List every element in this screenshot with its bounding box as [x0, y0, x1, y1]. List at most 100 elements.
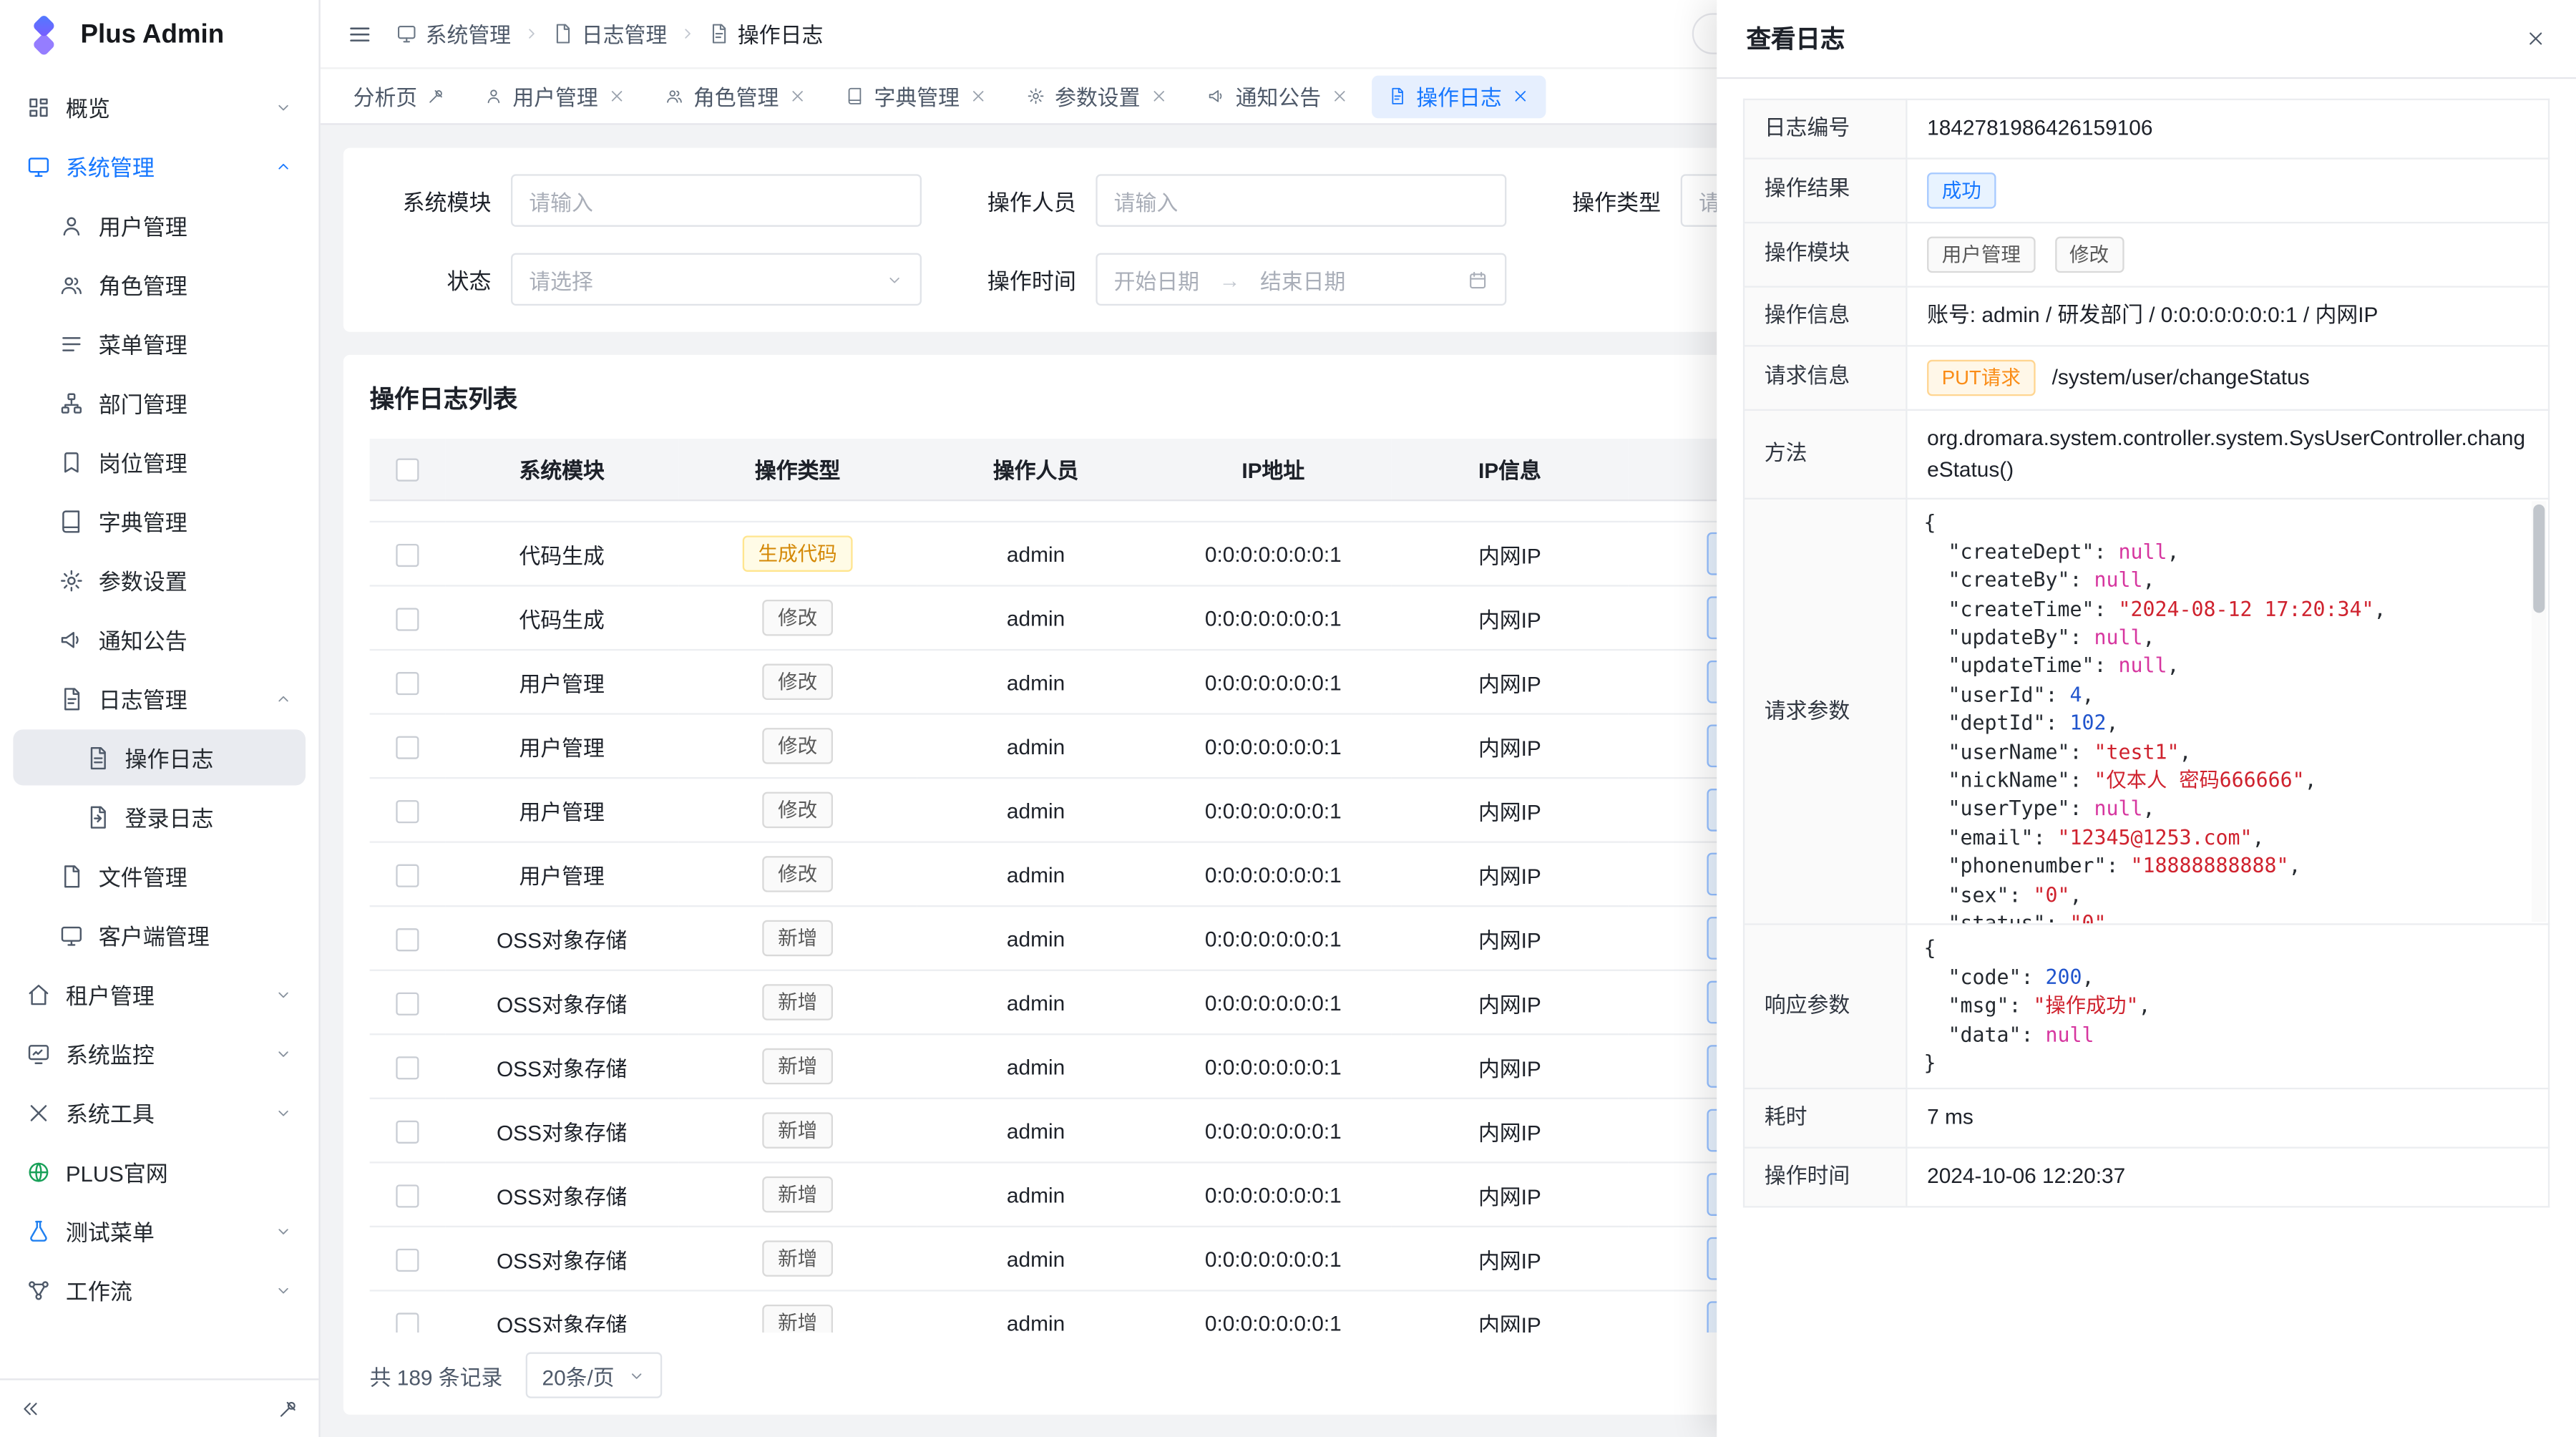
close-icon[interactable] [1511, 87, 1529, 105]
row-checkbox[interactable] [396, 1312, 419, 1333]
field-label-method: 方法 [1744, 409, 1906, 500]
close-icon[interactable] [1150, 87, 1168, 105]
row-checkbox[interactable] [396, 543, 419, 566]
type-tag: 新增 [763, 1240, 831, 1277]
row-checkbox[interactable] [396, 1184, 419, 1207]
select-all-checkbox[interactable] [396, 459, 419, 482]
filter-status: 状态 请选择 [386, 253, 922, 306]
scrollbar-thumb[interactable] [2533, 505, 2545, 614]
sidebar: Plus Admin 概览 系统管理 用户管理 角色管理 [0, 0, 321, 1437]
type-tag: 修改 [763, 664, 831, 701]
field-label-info: 操作信息 [1744, 286, 1906, 345]
login-log-icon [85, 804, 109, 829]
close-icon[interactable] [970, 87, 987, 105]
sidebar-item-operation-log[interactable]: 操作日志 [13, 729, 306, 785]
module-input[interactable]: 请输入 [511, 174, 922, 226]
sidebar-item-test-menu[interactable]: 测试菜单 [13, 1203, 306, 1259]
sidebar-item-system-tools[interactable]: 系统工具 [13, 1084, 306, 1140]
header-checkbox-cell [370, 439, 446, 500]
tab-operation-log[interactable]: 操作日志 [1372, 74, 1546, 117]
row-checkbox[interactable] [396, 1120, 419, 1143]
sidebar-item-notice[interactable]: 通知公告 [13, 611, 306, 667]
row-checkbox[interactable] [396, 1056, 419, 1079]
type-tag: 新增 [763, 1305, 831, 1333]
collapse-sidebar-icon[interactable] [20, 1398, 42, 1420]
tab-notice[interactable]: 通知公告 [1191, 74, 1365, 117]
sidebar-item-log-management[interactable]: 日志管理 [13, 671, 306, 726]
breadcrumb-item-operation-log[interactable]: 操作日志 [708, 18, 824, 49]
sidebar-item-menu-management[interactable]: 菜单管理 [13, 316, 306, 371]
row-checkbox[interactable] [396, 1248, 419, 1271]
tab-param-settings[interactable]: 参数设置 [1010, 74, 1184, 117]
close-icon[interactable] [608, 87, 626, 105]
breadcrumb-item-log[interactable]: 日志管理 [552, 18, 667, 49]
sidebar-item-dict-management[interactable]: 字典管理 [13, 493, 306, 549]
row-checkbox[interactable] [396, 928, 419, 951]
field-label-response-params: 响应参数 [1744, 925, 1906, 1089]
row-checkbox[interactable] [396, 672, 419, 695]
filter-time-label: 操作时间 [971, 263, 1076, 296]
badge-icon [59, 449, 84, 474]
sidebar-item-system-monitor[interactable]: 系统监控 [13, 1026, 306, 1081]
field-value-time: 2024-10-06 12:20:37 [1906, 1148, 2549, 1207]
close-icon[interactable] [1331, 87, 1349, 105]
row-checkbox[interactable] [396, 800, 419, 823]
sidebar-item-workflow[interactable]: 工作流 [13, 1262, 306, 1317]
drawer-title: 查看日志 [1747, 21, 1845, 56]
start-date-placeholder: 开始日期 [1114, 263, 1199, 295]
row-checkbox[interactable] [396, 864, 419, 887]
sidebar-item-login-log[interactable]: 登录日志 [13, 789, 306, 844]
sidebar-item-role-management[interactable]: 角色管理 [13, 256, 306, 312]
book-icon [846, 87, 864, 105]
type-tag: 新增 [763, 1112, 831, 1149]
status-select[interactable]: 请选择 [511, 253, 922, 306]
sidebar-item-overview[interactable]: 概览 [13, 79, 306, 135]
sidebar-item-dept-management[interactable]: 部门管理 [13, 374, 306, 430]
chevron-down-icon [274, 985, 292, 1003]
menu-toggle-icon[interactable] [346, 21, 373, 47]
operation-log-icon [85, 745, 109, 769]
row-checkbox[interactable] [396, 736, 419, 759]
app-logo[interactable]: Plus Admin [0, 0, 318, 72]
sidebar-item-user-management[interactable]: 用户管理 [13, 198, 306, 253]
field-value-log-id: 1842781986426159106 [1906, 99, 2549, 158]
tab-role-management[interactable]: 角色管理 [649, 74, 823, 117]
close-icon[interactable] [789, 87, 806, 105]
row-checkbox[interactable] [396, 992, 419, 1015]
tab-analysis[interactable]: 分析页 [337, 74, 462, 117]
sidebar-item-tenant-management[interactable]: 租户管理 [13, 966, 306, 1022]
close-icon[interactable] [2525, 28, 2547, 49]
sidebar-item-system-management[interactable]: 系统管理 [13, 138, 306, 194]
date-range-picker[interactable]: 开始日期 → 结束日期 [1096, 253, 1506, 306]
filter-operator-label: 操作人员 [971, 184, 1076, 217]
col-ip: IP地址 [1155, 439, 1392, 500]
field-value-response-params: { "code": 200, "msg": "操作成功", "data": nu… [1906, 925, 2549, 1089]
sidebar-item-post-management[interactable]: 岗位管理 [13, 434, 306, 489]
page-size-select[interactable]: 20条/页 [526, 1353, 663, 1398]
filter-module-label: 系统模块 [386, 184, 492, 217]
pin-sidebar-icon[interactable] [278, 1398, 299, 1420]
col-module: 系统模块 [445, 439, 678, 500]
sidebar-item-param-settings[interactable]: 参数设置 [13, 552, 306, 608]
chevron-right-icon [522, 24, 540, 42]
client-icon [59, 922, 84, 947]
flask-icon [26, 1218, 51, 1242]
breadcrumb-item-system[interactable]: 系统管理 [396, 18, 511, 49]
tab-user-management[interactable]: 用户管理 [468, 74, 642, 117]
tab-dict-management[interactable]: 字典管理 [830, 74, 1004, 117]
response-params-code: { "code": 200, "msg": "操作成功", "data": nu… [1908, 925, 2548, 1088]
pin-icon[interactable] [427, 87, 445, 105]
field-label-duration: 耗时 [1744, 1089, 1906, 1148]
sidebar-footer [0, 1378, 318, 1437]
total-records: 共 189 条记录 [370, 1360, 503, 1391]
chevron-down-icon [274, 1104, 292, 1121]
list-icon [59, 331, 84, 356]
sidebar-item-client-management[interactable]: 客户端管理 [13, 907, 306, 963]
sidebar-item-plus-website[interactable]: PLUS官网 [13, 1144, 306, 1199]
sidebar-item-file-management[interactable]: 文件管理 [13, 848, 306, 904]
chevron-up-icon [274, 689, 292, 707]
operator-input[interactable]: 请输入 [1096, 174, 1506, 226]
type-tag: 修改 [763, 856, 831, 892]
row-checkbox[interactable] [396, 608, 419, 630]
users-icon [59, 272, 84, 296]
